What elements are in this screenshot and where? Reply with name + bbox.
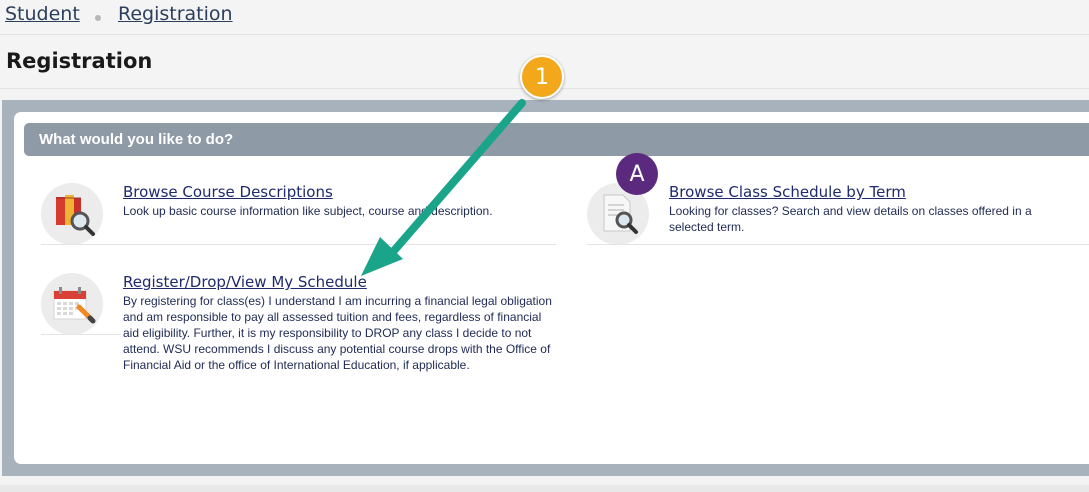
step-badge: 1: [520, 55, 564, 99]
letter-badge: A: [616, 153, 658, 195]
